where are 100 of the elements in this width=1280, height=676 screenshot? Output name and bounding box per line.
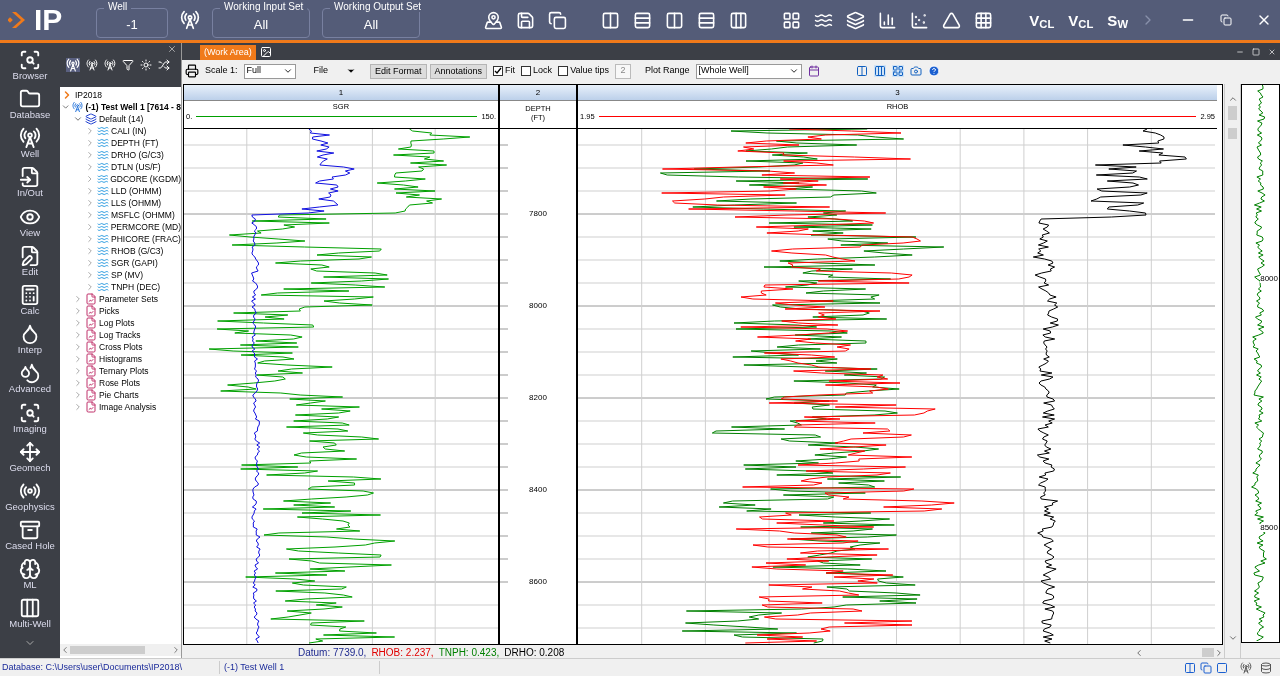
sidebar-item[interactable]: Edit: [21, 266, 39, 277]
scroll-right-icon[interactable]: [1214, 647, 1224, 658]
tree-item[interactable]: GDCORE (KGDM): [110, 172, 181, 186]
tower-icon[interactable]: [104, 59, 116, 71]
tree-item[interactable]: (-1) Test Well 1 [7614 - 8: [85, 100, 181, 114]
sidebar-item[interactable]: Advanced: [8, 384, 52, 394]
scale-select[interactable]: Full: [243, 63, 296, 79]
tree-item[interactable]: CALI (IN): [111, 124, 147, 138]
tool-button[interactable]: V$_{CL}$: [1029, 12, 1055, 28]
columns-icon[interactable]: [19, 597, 41, 620]
camera-icon[interactable]: [909, 65, 922, 77]
sidebar-item[interactable]: In/Out: [17, 188, 43, 198]
tree-item[interactable]: Picks: [99, 304, 120, 318]
tree-item[interactable]: PERMCORE (MD): [110, 220, 181, 234]
scroll-up-icon[interactable]: [1227, 94, 1238, 104]
layout-icon[interactable]: [855, 65, 868, 77]
layout-icon[interactable]: [891, 65, 904, 77]
scroll-thumb[interactable]: [70, 646, 145, 654]
scroll-thumb[interactable]: [1228, 128, 1237, 139]
tree-item[interactable]: LLS (OHMM): [111, 196, 162, 210]
tower-icon[interactable]: [180, 10, 200, 30]
new-tab-icon[interactable]: [259, 46, 272, 58]
minimize-icon[interactable]: [1236, 48, 1244, 56]
tree-item[interactable]: Ternary Plots: [99, 364, 149, 378]
edit-icon[interactable]: [19, 244, 41, 267]
tower-icon[interactable]: [66, 58, 80, 72]
tower-icon[interactable]: [19, 127, 41, 150]
sidebar-item[interactable]: Database: [9, 110, 51, 120]
tree-item[interactable]: DTLN (US/F): [111, 160, 161, 174]
tree-item[interactable]: SGR (GAPI): [111, 256, 158, 270]
tree-item[interactable]: LLD (OHMM): [111, 184, 162, 198]
toolbar-button[interactable]: Annotations: [429, 63, 488, 79]
layout-icon[interactable]: [873, 65, 886, 77]
checkbox[interactable]: [493, 66, 504, 76]
triangle-icon[interactable]: [942, 10, 962, 30]
sidebar-item[interactable]: ML: [23, 580, 37, 590]
sidebar-item[interactable]: View: [19, 227, 41, 238]
layers-icon[interactable]: [846, 10, 866, 30]
tree-item[interactable]: Pie Charts: [99, 388, 139, 402]
sidebar-item[interactable]: Geophysics: [5, 501, 55, 512]
maximize-icon[interactable]: [1252, 48, 1260, 56]
scroll-thumb[interactable]: [1202, 648, 1214, 657]
tree-item[interactable]: Cross Plots: [99, 340, 143, 354]
magnifier-icon[interactable]: [19, 401, 41, 424]
tree-item[interactable]: Default (14): [99, 112, 144, 126]
checkbox[interactable]: [558, 66, 569, 76]
sidebar-item[interactable]: Multi-Well: [9, 619, 51, 629]
calculator-icon[interactable]: [19, 283, 41, 306]
cascade-icon[interactable]: [1200, 661, 1212, 674]
histogram-icon[interactable]: [878, 10, 898, 30]
close-icon[interactable]: [1268, 48, 1276, 56]
table-icon[interactable]: [974, 10, 994, 30]
tower-icon[interactable]: [1240, 661, 1252, 674]
dropdown-icon[interactable]: [282, 66, 293, 76]
tree-item[interactable]: Log Tracks: [99, 328, 141, 342]
sidebar-item[interactable]: Interp: [17, 345, 43, 355]
sidebar-item[interactable]: Cased Hole: [5, 541, 55, 551]
dropdown-icon[interactable]: [788, 66, 799, 76]
checkbox[interactable]: [521, 66, 532, 76]
horizontal-scrollbar[interactable]: [60, 644, 181, 656]
tower-icon[interactable]: [86, 59, 98, 71]
scroll-left-icon[interactable]: [1134, 647, 1144, 658]
scatter-icon[interactable]: [910, 10, 930, 30]
restore-icon[interactable]: [1220, 14, 1232, 26]
tree-item[interactable]: Image Analysis: [99, 400, 157, 414]
toolbar-button[interactable]: Edit Format: [370, 63, 427, 79]
tree-item[interactable]: Log Plots: [99, 316, 135, 330]
tree-item[interactable]: Histograms: [99, 352, 142, 366]
window-icon[interactable]: [1216, 661, 1228, 674]
horizontal-scrollbar[interactable]: [1134, 647, 1224, 658]
map-pin-icon[interactable]: [484, 10, 504, 30]
database-icon[interactable]: [1260, 661, 1272, 674]
tree-item[interactable]: PHICORE (FRAC): [111, 232, 181, 246]
tree-item[interactable]: SP (MV): [111, 268, 143, 282]
filter-icon[interactable]: [122, 59, 134, 71]
arrows-icon[interactable]: [19, 440, 41, 463]
value-tips-field[interactable]: 2: [615, 63, 631, 79]
tree-item[interactable]: DEPTH (FT): [111, 136, 159, 150]
tree-item[interactable]: MSFLC (OHMM): [111, 208, 175, 222]
grid-icon[interactable]: [782, 10, 802, 30]
sidebar-item[interactable]: Geomech: [9, 462, 51, 473]
tree-item[interactable]: RHOB (G/C3): [111, 244, 164, 258]
close-icon[interactable]: [167, 44, 177, 54]
sidebar-item[interactable]: Well: [20, 149, 40, 159]
copy-icon[interactable]: [548, 10, 568, 30]
save-icon[interactable]: [516, 10, 536, 30]
tree-item[interactable]: IP2018: [75, 88, 102, 102]
search-icon[interactable]: [19, 48, 41, 71]
tree-item[interactable]: TNPH (DEC): [111, 280, 161, 294]
sidebar-item[interactable]: Browser: [12, 70, 48, 81]
help-icon[interactable]: [927, 65, 940, 77]
scroll-thumb[interactable]: [1228, 106, 1237, 120]
brain-icon[interactable]: [19, 558, 41, 581]
tree-item[interactable]: Parameter Sets: [99, 292, 159, 306]
vertical-scrollbar[interactable]: [1224, 84, 1241, 658]
tool-button[interactable]: V$_{CL}$: [1068, 12, 1094, 28]
layout-icon[interactable]: [1184, 661, 1196, 674]
calendar-icon[interactable]: [807, 65, 820, 77]
dropdown-icon[interactable]: [346, 66, 357, 76]
tool-button[interactable]: S$_{W}$: [1107, 12, 1128, 28]
